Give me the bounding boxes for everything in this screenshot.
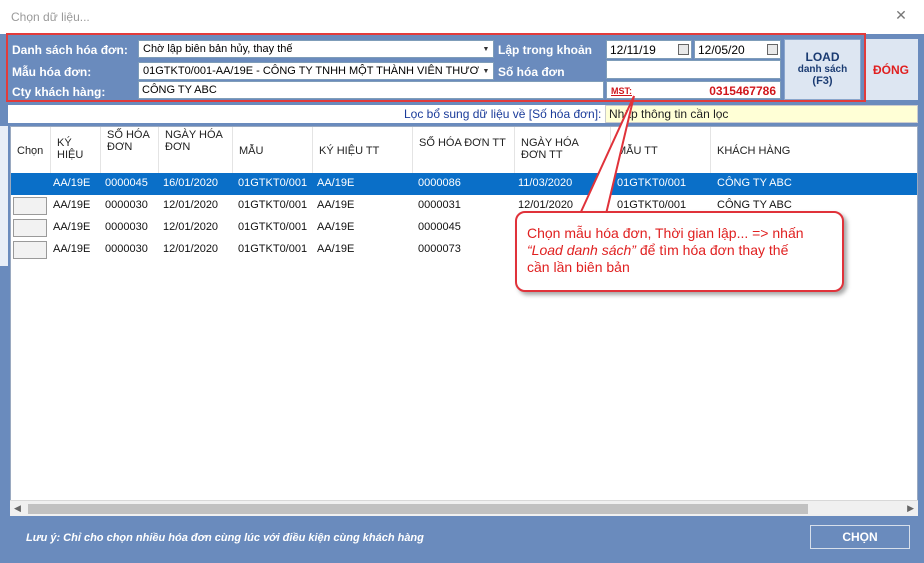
scroll-right-icon[interactable]: ▶ bbox=[907, 503, 914, 514]
cell-mau-tt: 01GTKT0/001 bbox=[617, 199, 687, 211]
col-header-mau-tt[interactable]: MẪU TT bbox=[611, 127, 711, 173]
row-checkbox[interactable] bbox=[13, 175, 47, 193]
load-line2: danh sách bbox=[797, 64, 848, 75]
chevron-down-icon[interactable]: ▼ bbox=[479, 63, 493, 79]
cell-mau: 01GTKT0/001 bbox=[238, 221, 308, 233]
mst-value: 0315467786 bbox=[709, 84, 776, 98]
cell-ky-hieu-tt: AA/19E bbox=[317, 243, 355, 255]
cell-so-hoa-don-tt: 0000045 bbox=[418, 221, 461, 233]
col-header-mau[interactable]: MẪU bbox=[233, 127, 313, 173]
ds-value: Chờ lập biên bản hủy, thay thế bbox=[143, 43, 293, 55]
cell-ky-hieu-tt: AA/19E bbox=[317, 177, 355, 189]
calendar-icon[interactable] bbox=[678, 44, 689, 55]
callout-line2: để tìm hóa đơn thay thế bbox=[635, 242, 789, 258]
sohd-label: Số hóa đơn bbox=[498, 65, 565, 79]
date-from-value: 12/11/19 bbox=[610, 43, 656, 57]
lap-label: Lập trong khoản bbox=[498, 43, 592, 57]
mau-label: Mẫu hóa đơn: bbox=[12, 65, 92, 79]
callout-line3: cần lần biên bản bbox=[527, 259, 630, 275]
callout-bubble: Chọn mẫu hóa đơn, Thời gian lập... => nh… bbox=[515, 211, 844, 292]
callout-load-phrase: “Load danh sách” bbox=[527, 242, 636, 258]
cell-khach-hang: CÔNG TY ABC bbox=[717, 177, 792, 189]
extra-filter-row: Lọc bổ sung dữ liệu về [Số hóa đơn]: Nhậ… bbox=[8, 105, 918, 123]
col-header-ngay-hoa-don[interactable]: NGÀY HÓA ĐƠN bbox=[159, 127, 233, 173]
cell-so-hoa-don-tt: 0000031 bbox=[418, 199, 461, 211]
close-icon[interactable]: ✕ bbox=[878, 0, 924, 30]
cell-ky-hieu: AA/19E bbox=[53, 199, 91, 211]
cell-ky-hieu: AA/19E bbox=[53, 243, 91, 255]
date-from-picker[interactable]: 12/11/19 bbox=[606, 40, 692, 59]
date-to-picker[interactable]: 12/05/20 bbox=[694, 40, 781, 59]
cty-label: Cty khách hàng: bbox=[12, 85, 106, 99]
cell-ky-hieu: AA/19E bbox=[53, 221, 91, 233]
table-row[interactable]: AA/19E 0000045 16/01/2020 01GTKT0/001 AA… bbox=[11, 173, 917, 195]
scrollbar-thumb[interactable] bbox=[28, 504, 808, 514]
cell-ngay-hoa-don: 16/01/2020 bbox=[163, 177, 219, 189]
row-checkbox[interactable] bbox=[13, 241, 47, 259]
left-edge-strip bbox=[0, 126, 8, 266]
date-to-value: 12/05/20 bbox=[698, 43, 745, 57]
col-header-so-hoa-don[interactable]: SỐ HÓA ĐƠN bbox=[101, 127, 159, 173]
load-line3: (F3) bbox=[812, 75, 833, 87]
mau-combobox[interactable]: 01GTKT0/001-AA/19E - CÔNG TY TNHH MỘT TH… bbox=[138, 62, 494, 80]
ds-label: Danh sách hóa đơn: bbox=[12, 43, 128, 57]
cell-ngay-hoa-don: 12/01/2020 bbox=[163, 199, 219, 211]
cell-mau-tt: 01GTKT0/001 bbox=[617, 177, 687, 189]
cell-ky-hieu-tt: AA/19E bbox=[317, 199, 355, 211]
load-list-button[interactable]: LOAD danh sách (F3) bbox=[784, 39, 861, 100]
col-header-so-hoa-don-tt[interactable]: SỐ HÓA ĐƠN TT bbox=[413, 127, 515, 173]
cell-ngay-hoa-don: 12/01/2020 bbox=[163, 243, 219, 255]
ds-combobox[interactable]: Chờ lập biên bản hủy, thay thế ▼ bbox=[138, 40, 494, 58]
col-header-khach-hang[interactable]: KHÁCH HÀNG bbox=[711, 127, 917, 173]
cell-ky-hieu: AA/19E bbox=[53, 177, 91, 189]
col-header-ky-hieu-tt[interactable]: KÝ HIỆU TT bbox=[313, 127, 413, 173]
cty-field[interactable]: CÔNG TY ABC bbox=[138, 81, 604, 99]
so-hoa-don-field[interactable] bbox=[606, 60, 781, 79]
footer-note: Lưu ý: Chỉ cho chọn nhiều hóa đơn cùng l… bbox=[26, 532, 424, 544]
window-title: Chọn dữ liệu... bbox=[11, 10, 90, 24]
cell-mau: 01GTKT0/001 bbox=[238, 243, 308, 255]
row-checkbox[interactable] bbox=[13, 197, 47, 215]
cell-ngay-hoa-don-tt: 12/01/2020 bbox=[518, 199, 574, 211]
extra-filter-input[interactable]: Nhập thông tin cần lọc bbox=[605, 105, 918, 123]
cell-so-hoa-don: 0000030 bbox=[105, 221, 148, 233]
col-header-ngay-hoa-don-tt[interactable]: NGÀY HÓA ĐƠN TT bbox=[515, 127, 611, 173]
chon-button[interactable]: CHỌN bbox=[810, 525, 910, 549]
cell-so-hoa-don: 0000030 bbox=[105, 243, 148, 255]
mau-value: 01GTKT0/001-AA/19E - CÔNG TY TNHH MỘT TH… bbox=[143, 65, 480, 77]
cell-so-hoa-don-tt: 0000073 bbox=[418, 243, 461, 255]
scroll-left-icon[interactable]: ◀ bbox=[14, 503, 21, 514]
cell-ngay-hoa-don-tt: 11/03/2020 bbox=[518, 177, 573, 189]
mst-label: MST: bbox=[611, 86, 632, 96]
col-header-ky-hieu[interactable]: KÝ HIỆU bbox=[51, 127, 101, 173]
callout-text: Chọn mẫu hóa đơn, Thời gian lập... => nh… bbox=[527, 225, 837, 276]
callout-line1: Chọn mẫu hóa đơn, Thời gian lập... => nh… bbox=[527, 225, 804, 241]
cell-so-hoa-don-tt: 0000086 bbox=[418, 177, 461, 189]
cell-ngay-hoa-don: 12/01/2020 bbox=[163, 221, 219, 233]
dialog-window: Chọn dữ liệu... ✕ Danh sách hóa đơn: Mẫu… bbox=[0, 0, 924, 563]
cell-mau: 01GTKT0/001 bbox=[238, 177, 308, 189]
invoice-grid: Chọn KÝ HIỆU SỐ HÓA ĐƠN NGÀY HÓA ĐƠN MẪU… bbox=[10, 126, 918, 516]
cell-so-hoa-don: 0000030 bbox=[105, 199, 148, 211]
horizontal-scrollbar[interactable]: ◀ ▶ bbox=[10, 500, 918, 516]
title-bar: Chọn dữ liệu... ✕ bbox=[0, 0, 924, 34]
load-line1: LOAD bbox=[805, 50, 840, 64]
cell-so-hoa-don: 0000045 bbox=[105, 177, 148, 189]
calendar-icon[interactable] bbox=[767, 44, 778, 55]
cell-ky-hieu-tt: AA/19E bbox=[317, 221, 355, 233]
row-checkbox[interactable] bbox=[13, 219, 47, 237]
chevron-down-icon[interactable]: ▼ bbox=[479, 41, 493, 57]
cell-mau: 01GTKT0/001 bbox=[238, 199, 308, 211]
cell-khach-hang: CÔNG TY ABC bbox=[717, 199, 792, 211]
close-button[interactable]: ĐÓNG bbox=[864, 39, 918, 100]
extra-filter-label: Lọc bổ sung dữ liệu về [Số hóa đơn]: bbox=[404, 107, 602, 121]
col-header-chon[interactable]: Chọn bbox=[11, 127, 51, 173]
mst-row: MST: 0315467786 bbox=[606, 81, 781, 99]
